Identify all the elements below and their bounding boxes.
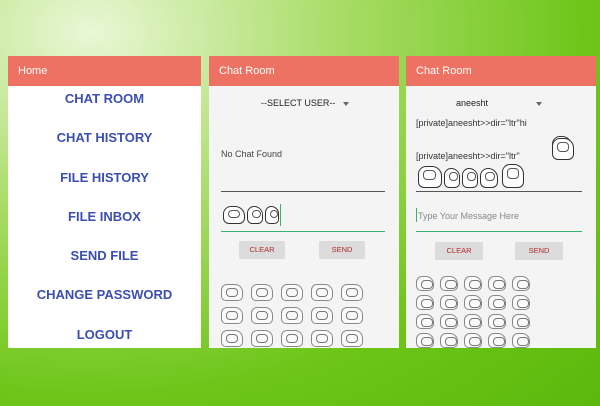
sign-glyph-icon [552,138,574,160]
sign-key-icon[interactable] [512,295,530,310]
clear-button[interactable]: CLEAR [435,242,483,260]
sign-glyph-icon [418,166,442,188]
sign-key-icon[interactable] [251,330,273,347]
chat-room-screen-empty: Chat Room --SELECT USER-- No Chat Found … [209,56,399,348]
text-cursor [280,204,281,226]
message-input-underline[interactable] [221,231,385,232]
sign-key-icon[interactable] [512,314,530,329]
sign-key-icon[interactable] [251,307,273,324]
sign-key-icon[interactable] [221,307,243,324]
sign-glyph-icon [480,168,498,188]
user-select-value: aneesht [456,98,489,108]
app-bar: Chat Room [209,56,399,86]
app-bar: Chat Room [406,56,596,86]
clear-button[interactable]: CLEAR [239,241,285,259]
sign-key-icon[interactable] [341,307,363,324]
sign-glyph-icon [502,164,524,188]
chevron-down-icon [536,101,543,106]
menu-item-send-file[interactable]: SEND FILE [8,243,201,282]
sign-keyboard [416,276,530,348]
sign-key-icon[interactable] [341,330,363,347]
sign-key-icon[interactable] [221,330,243,347]
sign-key-icon[interactable] [464,314,482,329]
sign-key-icon[interactable] [416,314,434,329]
sign-key-icon[interactable] [440,276,458,291]
app-bar-title: Home [18,65,48,77]
sign-key-icon[interactable] [416,276,434,291]
sign-key-icon[interactable] [464,333,482,348]
sign-key-icon[interactable] [488,276,506,291]
sign-key-icon[interactable] [416,333,434,348]
sign-key-icon[interactable] [281,307,303,324]
user-select-dropdown[interactable]: --SELECT USER-- [261,98,350,108]
app-bar: Home [8,56,201,86]
text-cursor [416,208,417,222]
menu-item-file-history[interactable]: FILE HISTORY [8,165,201,204]
chat-area-divider [416,191,582,192]
sign-glyph-icon [265,206,279,224]
sign-glyph-icon [444,168,460,188]
chevron-down-icon [343,101,350,106]
sign-glyph-icon [462,168,478,188]
app-bar-title: Chat Room [416,65,472,77]
sign-key-icon[interactable] [512,333,530,348]
sign-key-icon[interactable] [440,314,458,329]
send-button[interactable]: SEND [319,241,365,259]
menu-item-change-password[interactable]: CHANGE PASSWORD [8,282,201,321]
sign-glyph-icon [223,206,245,224]
sign-key-icon[interactable] [416,295,434,310]
menu-item-file-inbox[interactable]: FILE INBOX [8,204,201,243]
message-input[interactable]: Type Your Message Here [418,211,519,221]
user-select-dropdown[interactable]: aneesht [456,98,543,108]
sign-key-icon[interactable] [251,284,273,301]
sign-key-icon[interactable] [488,333,506,348]
sign-key-icon[interactable] [440,295,458,310]
sign-glyph-icon [247,206,263,224]
menu-item-chat-room[interactable]: CHAT ROOM [8,86,201,125]
chat-status-text: No Chat Found [221,149,283,159]
home-screen: Home CHAT ROOM CHAT HISTORY FILE HISTORY… [8,56,201,348]
chat-room-screen-active: Chat Room aneesht [private]aneesht>>dir=… [406,56,596,348]
sign-key-icon[interactable] [311,307,333,324]
sign-key-icon[interactable] [512,276,530,291]
sign-keyboard [221,284,363,347]
sign-key-icon[interactable] [281,330,303,347]
chat-message: [private]aneesht>>dir="ltr" [416,151,520,161]
sign-key-icon[interactable] [341,284,363,301]
chat-area-divider [221,191,385,192]
message-input-underline[interactable] [416,231,582,232]
app-bar-title: Chat Room [219,65,275,77]
user-select-value: --SELECT USER-- [261,98,336,108]
sign-key-icon[interactable] [464,276,482,291]
sign-key-icon[interactable] [440,333,458,348]
menu-item-logout[interactable]: LOGOUT [8,322,201,348]
sign-key-icon[interactable] [311,284,333,301]
sign-key-icon[interactable] [311,330,333,347]
sign-key-icon[interactable] [464,295,482,310]
sign-key-icon[interactable] [221,284,243,301]
sign-key-icon[interactable] [488,314,506,329]
sign-key-icon[interactable] [488,295,506,310]
home-menu: CHAT ROOM CHAT HISTORY FILE HISTORY FILE… [8,86,201,348]
send-button[interactable]: SEND [515,242,563,260]
menu-item-chat-history[interactable]: CHAT HISTORY [8,125,201,164]
chat-message: [private]aneesht>>dir="ltr"hi [416,118,527,128]
sign-key-icon[interactable] [281,284,303,301]
